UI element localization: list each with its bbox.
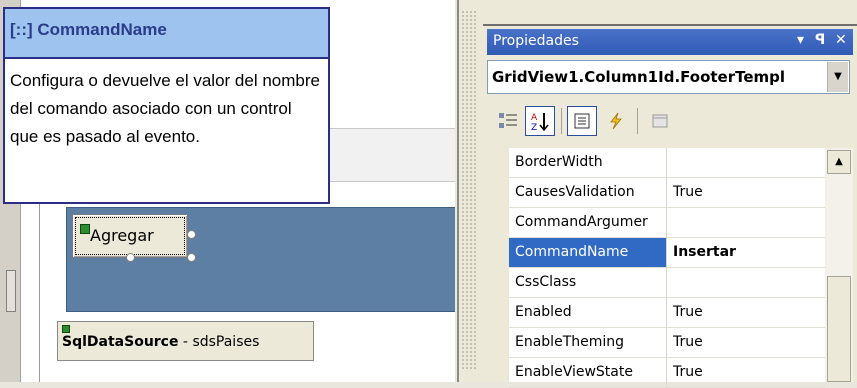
object-selector[interactable]: GridView1.Column1Id.FooterTempl ▼ (487, 60, 850, 94)
property-row[interactable]: Enabled True (509, 298, 825, 328)
property-value[interactable] (669, 208, 825, 237)
smart-tag-icon[interactable] (62, 325, 70, 333)
sqldatasource-label: SqlDataSource - sdsPaises (62, 334, 259, 350)
scroll-up-icon[interactable]: ▲ (827, 150, 851, 174)
properties-window: Propiedades ▾ ꟼ ✕ GridView1.Column1Id.Fo… (483, 0, 857, 388)
scroll-thumb[interactable] (827, 276, 851, 382)
resize-handle-right[interactable] (187, 230, 196, 239)
vertical-scrollbar[interactable]: ▲ (825, 148, 853, 382)
splitter-edge (457, 0, 459, 382)
property-row[interactable]: EnableViewState True (509, 358, 825, 388)
chevron-down-icon[interactable]: ▼ (827, 62, 848, 92)
property-name: CommandArgumer (509, 208, 667, 237)
property-value[interactable]: Insertar (669, 238, 825, 267)
properties-icon (574, 113, 590, 129)
property-name: CausesValidation (509, 178, 667, 207)
svg-text:Z: Z (531, 123, 537, 131)
property-name: EnableViewState (509, 358, 667, 387)
agregar-button[interactable]: Agregar (72, 214, 188, 258)
pane-splitter[interactable] (455, 0, 483, 382)
sqldatasource-control[interactable]: SqlDataSource - sdsPaises (57, 321, 314, 361)
property-pages-icon (652, 114, 668, 128)
property-value[interactable] (669, 148, 825, 177)
categorized-button[interactable] (493, 106, 523, 136)
property-name: CssClass (509, 268, 667, 297)
lightning-icon (610, 112, 622, 130)
properties-title: Propiedades (493, 33, 579, 49)
property-name: BorderWidth (509, 148, 667, 177)
property-value[interactable]: True (669, 358, 825, 387)
property-name: EnableTheming (509, 328, 667, 357)
datasource-name: sdsPaises (192, 334, 260, 350)
smart-tag-icon[interactable] (80, 224, 90, 234)
property-row[interactable]: BorderWidth (509, 148, 825, 178)
sort-az-icon: AZ (531, 113, 549, 131)
dropdown-arrow-icon[interactable]: ▾ (797, 32, 804, 48)
property-grid[interactable]: BorderWidth CausesValidation True Comman… (487, 148, 853, 388)
splitter-grip[interactable] (461, 10, 477, 370)
grid-gutter (487, 148, 509, 382)
datasource-separator: - (178, 334, 193, 350)
svg-text:A: A (531, 113, 538, 123)
close-icon[interactable]: ✕ (835, 32, 847, 48)
property-row[interactable]: EnableTheming True (509, 328, 825, 358)
toolbar-separator (561, 108, 562, 134)
tooltip-description: Configura o devuelve el valor del nombre… (10, 71, 320, 146)
strip-notch (6, 270, 16, 312)
properties-view-button[interactable] (567, 106, 597, 136)
tooltip-title: [::] CommandName (5, 9, 328, 59)
property-row-selected[interactable]: CommandName Insertar (509, 238, 825, 268)
agregar-button-label: Agregar (90, 226, 154, 245)
pin-icon[interactable]: ꟼ (815, 32, 825, 48)
property-value[interactable]: True (669, 328, 825, 357)
property-value[interactable] (669, 268, 825, 297)
properties-top-border (483, 0, 857, 26)
toolbar-separator (637, 108, 638, 134)
property-row[interactable]: CssClass (509, 268, 825, 298)
object-selector-value: GridView1.Column1Id.FooterTempl (492, 68, 786, 86)
property-pages-button[interactable] (645, 106, 675, 136)
categorized-icon (499, 113, 517, 128)
events-button[interactable] (601, 106, 631, 136)
resize-handle-bottom[interactable] (126, 253, 135, 262)
properties-titlebar[interactable]: Propiedades ▾ ꟼ ✕ (487, 29, 853, 55)
datasource-type: SqlDataSource (62, 334, 179, 350)
property-value[interactable]: True (669, 298, 825, 327)
property-row[interactable]: CausesValidation True (509, 178, 825, 208)
property-value[interactable]: True (669, 178, 825, 207)
alphabetical-button[interactable]: AZ (525, 106, 555, 136)
property-tooltip: [::] CommandName Configura o devuelve el… (3, 7, 330, 204)
property-row[interactable]: CommandArgumer (509, 208, 825, 238)
property-name: Enabled (509, 298, 667, 327)
properties-toolbar: AZ (487, 100, 853, 146)
resize-handle-corner[interactable] (187, 253, 196, 262)
property-name: CommandName (509, 238, 667, 267)
